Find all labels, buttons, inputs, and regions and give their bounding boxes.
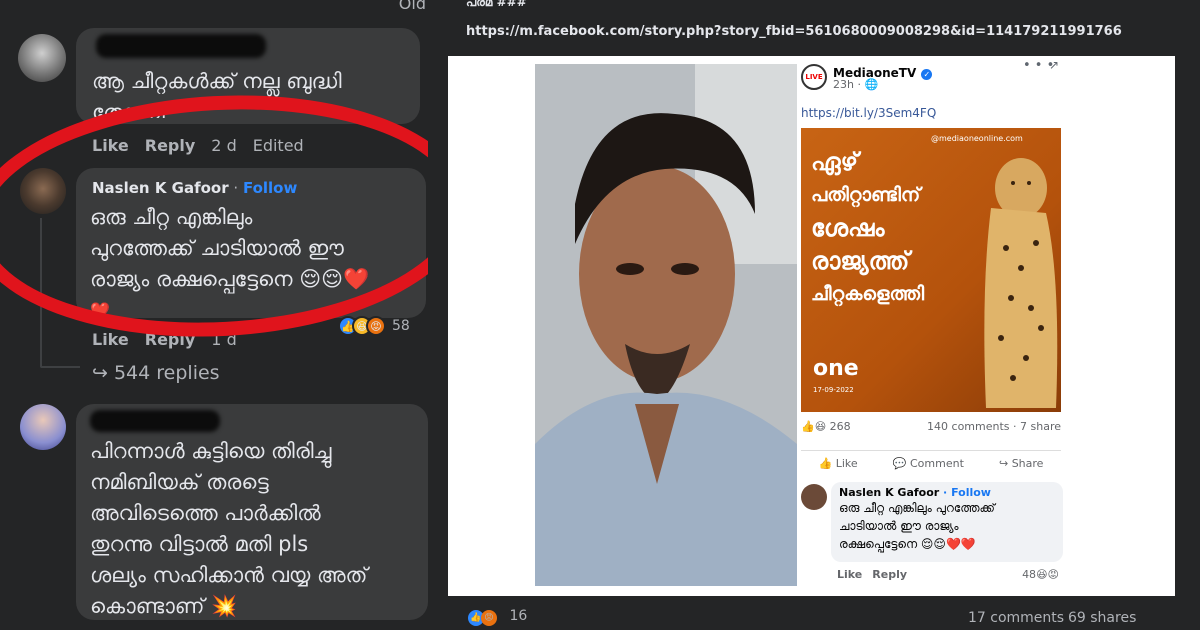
post-timestamp[interactable]: 23h · — [833, 78, 864, 91]
poster-date: 17-09-2022 — [813, 386, 854, 394]
poster-line: ശേഷം — [811, 214, 885, 242]
comment-line: നമിബിയക് തരട്ടെ — [90, 470, 269, 494]
comment-button[interactable]: 💬 Comment — [893, 457, 964, 470]
commenter-name[interactable]: Naslen K Gafoor — [839, 486, 939, 499]
footer-shares[interactable]: 69 shares — [1068, 610, 1136, 626]
person-photo-illustration — [535, 64, 797, 586]
share-button[interactable]: ↪ Share — [999, 457, 1043, 470]
poster-line: പതിറ്റാണ്ടിന് — [811, 184, 921, 206]
post-time: 23h · 🌐 — [833, 78, 878, 91]
page-logo-icon[interactable]: LIVE — [801, 64, 827, 90]
comment-text: പിറന്നാൾ കുട്ടിയെ തിരിച്ചു നമിബിയക് തരട്… — [90, 436, 426, 622]
reaction-icons[interactable]: 👍😆 — [801, 420, 826, 433]
comment-line: ശല്യം സഹിക്കാൻ വയ്യ അത് — [90, 563, 368, 587]
reply-arrow-icon: ↪ — [92, 362, 108, 384]
comment-line: രക്ഷപ്പെട്ടേനെ 😌😌❤️❤️ — [839, 537, 976, 551]
post-link[interactable]: https://bit.ly/3Sem4FQ — [801, 106, 936, 120]
comment-bubble: പിറന്നാൾ കുട്ടിയെ തിരിച്ചു നമിബിയക് തരട്… — [76, 404, 428, 620]
avatar[interactable] — [801, 484, 827, 510]
post-url-link[interactable]: https://m.facebook.com/story.php?story_f… — [466, 24, 1122, 39]
poster-line: ഏഴ് — [811, 148, 859, 176]
post-stats: 👍😆 268 140 comments · 7 share — [801, 420, 1061, 433]
verified-icon: ✓ — [921, 69, 933, 80]
comment-line: അവിടെത്തെ പാർക്കിൽ — [90, 501, 321, 525]
poster-line: രാജ്യത്ത് — [811, 247, 910, 275]
footer-reactions[interactable]: 👍 😡 16 — [468, 608, 527, 626]
follow-button[interactable]: · Follow — [943, 486, 991, 499]
like-icon: 👍 — [818, 457, 833, 470]
post-footer: 👍 😡 16 17 comments 69 shares — [428, 600, 1200, 630]
news-poster-image[interactable]: @mediaoneonline.com ഏഴ് പതിറ്റാണ്ടിന് ശേ… — [801, 128, 1061, 412]
post-panel: പരമ ### https://m.facebook.com/story.php… — [428, 0, 1200, 630]
facebook-post: LIVE MediaoneTV ✓ 23h · 🌐 • • • ↗ https:… — [793, 56, 1065, 596]
comment-icon: 💬 — [892, 457, 907, 470]
angry-reaction-icon: 😡 — [481, 610, 497, 626]
comment-bubble: Naslen K Gafoor · Follow ഒരു ചീറ്റ എങ്കി… — [831, 482, 1063, 562]
replies-link[interactable]: ↪ 544 replies — [92, 362, 220, 384]
reply-button[interactable]: Reply — [872, 568, 907, 581]
cheetah-illustration — [984, 158, 1058, 408]
close-icon[interactable]: ↗ — [1049, 58, 1059, 72]
comments-panel: Old ആ ചീറ്റകൾക്ക് നല്ല ബുദ്ധി തോന്നി Lik… — [0, 0, 428, 630]
comment-line: ചാടിയാൽ ഈ രാജ്യം — [839, 519, 959, 533]
share-icon: ↪ — [998, 457, 1009, 470]
reaction-count: 58 — [392, 318, 410, 334]
comment-actions: Like Reply 48😆😡 — [837, 568, 1059, 581]
like-button[interactable]: Like — [92, 330, 129, 349]
angry-reaction-icon: 😡 — [366, 316, 386, 336]
poster-line: ചീറ്റകളെത്തി — [811, 283, 925, 305]
reaction-count[interactable]: 268 — [830, 420, 851, 433]
top-cut-text: Old — [398, 0, 426, 13]
avatar[interactable] — [20, 404, 66, 450]
footer-comments[interactable]: 17 comments — [968, 610, 1064, 626]
poster-headline: ഏഴ് പതിറ്റാണ്ടിന് ശേഷം രാജ്യത്ത് ചീറ്റകള… — [811, 146, 924, 311]
comment-line: കൊണ്ടാണ് 💥 — [90, 594, 238, 618]
globe-icon: 🌐 — [864, 78, 879, 91]
redacted-name — [96, 34, 266, 58]
comment-line: തുറന്നു വിട്ടാൽ മതി pls — [90, 532, 309, 556]
poster-brand: one — [813, 356, 859, 381]
comment-text: ഒരു ചീറ്റ എങ്കിലും പുറത്തേക്ക് ചാടിയാൽ ഈ… — [839, 499, 1055, 553]
profile-photo — [535, 64, 797, 586]
like-button[interactable]: 👍 Like — [819, 457, 858, 470]
post-actions: 👍 Like 💬 Comment ↪ Share — [801, 450, 1061, 470]
comment-line: ഒരു ചീറ്റ എങ്കിലും പുറത്തേക്ക് — [839, 501, 995, 515]
like-button[interactable]: Like — [837, 568, 862, 581]
comments-shares[interactable]: 140 comments · 7 share — [927, 420, 1061, 433]
reaction-count: 16 — [509, 608, 528, 624]
redacted-name — [90, 410, 220, 432]
thread-line — [40, 366, 80, 368]
reaction-count[interactable]: 48😆😡 — [1022, 568, 1059, 581]
avatar[interactable] — [18, 34, 66, 82]
embedded-screenshot: LIVE MediaoneTV ✓ 23h · 🌐 • • • ↗ https:… — [448, 56, 1175, 596]
replies-count: 544 replies — [113, 362, 220, 384]
comment-line: പിറന്നാൾ കുട്ടിയെ തിരിച്ചു — [90, 439, 332, 463]
reactions[interactable]: 👍 😆 😡 58 — [338, 316, 410, 336]
post-header-partial: പരമ ### — [466, 0, 527, 9]
